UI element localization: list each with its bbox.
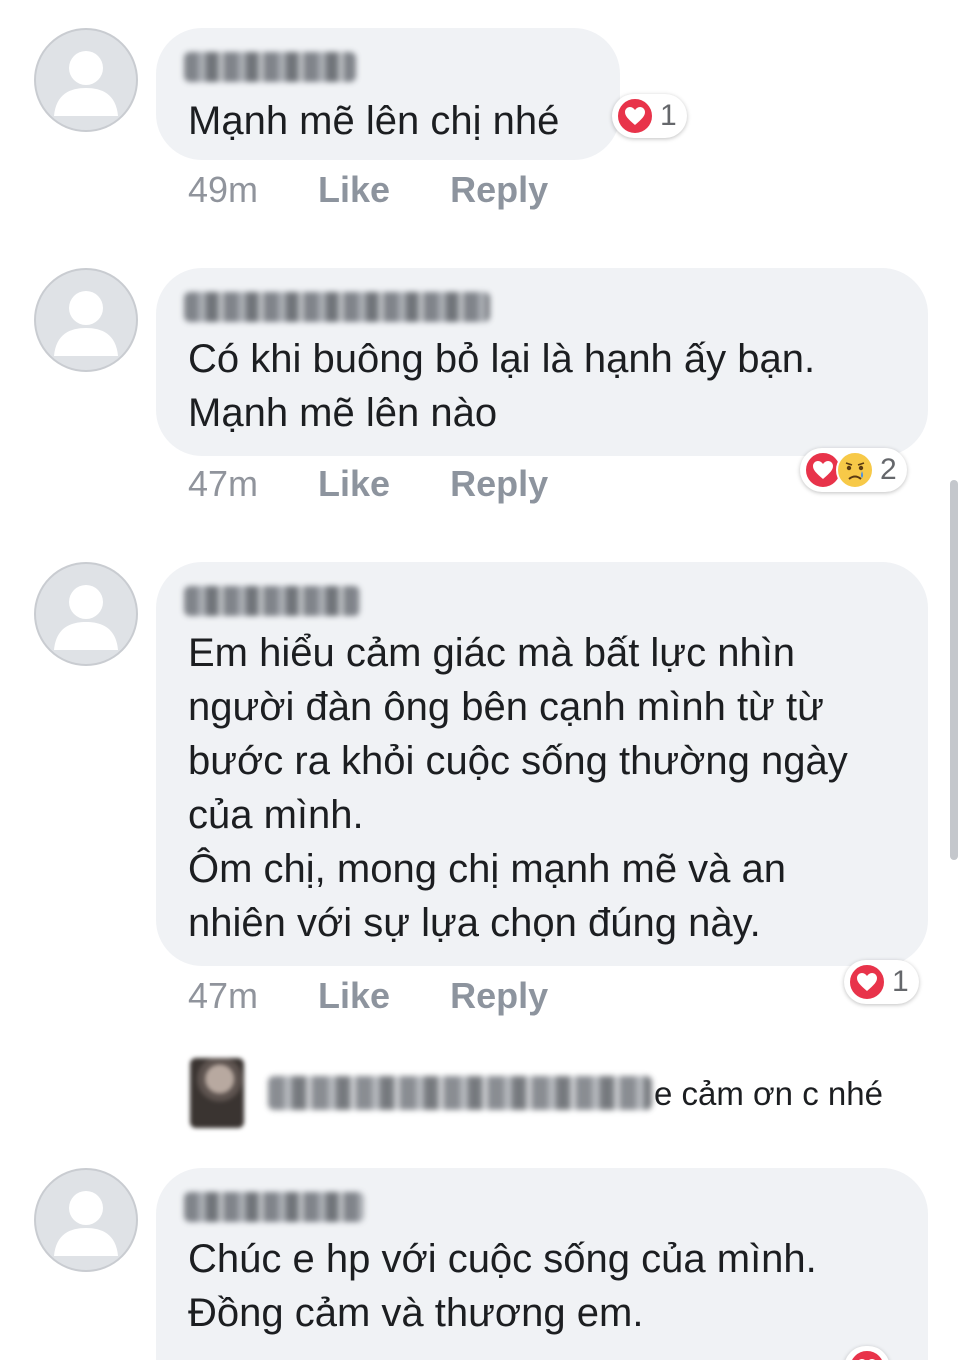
- comment-meta: 47m Like Reply: [188, 976, 548, 1016]
- avatar[interactable]: [34, 28, 138, 132]
- avatar[interactable]: [34, 562, 138, 666]
- comment-text: Mạnh mẽ lên chị nhé: [188, 99, 560, 143]
- comment-text: Có khi buông bỏ lại là hạnh ấy bạn. Mạnh…: [188, 337, 816, 435]
- reply-button[interactable]: Reply: [450, 463, 548, 504]
- comment-bubble: Em hiểu cảm giác mà bất lực nhìn người đ…: [156, 562, 928, 966]
- comment-time: 47m: [188, 975, 259, 1016]
- default-user-icon: [54, 585, 118, 650]
- like-button[interactable]: Like: [318, 975, 390, 1016]
- reaction-summary[interactable]: 1: [844, 960, 919, 1004]
- replier-name-blurred[interactable]: [268, 1076, 652, 1110]
- scrollbar[interactable]: [950, 480, 958, 860]
- avatar[interactable]: [34, 268, 138, 372]
- reaction-count: 2: [880, 453, 897, 486]
- reply-button[interactable]: Reply: [450, 169, 548, 210]
- commenter-name-blurred[interactable]: [184, 586, 360, 616]
- comment-bubble: Chúc e hp với cuộc sống của mình. Đồng c…: [156, 1168, 928, 1360]
- reply-avatar[interactable]: [190, 1058, 244, 1128]
- reaction-summary[interactable]: 2: [800, 448, 907, 492]
- comment-time: 49m: [188, 169, 259, 210]
- comment-time: 47m: [188, 463, 259, 504]
- reply-text: e cảm ơn c nhé: [654, 1075, 883, 1112]
- default-user-icon: [54, 51, 118, 116]
- comment-meta: 47m Like Reply: [188, 464, 548, 504]
- love-icon: [848, 1349, 886, 1360]
- comment-text: Em hiểu cảm giác mà bất lực nhìn người đ…: [188, 631, 848, 945]
- comment-text: Chúc e hp với cuộc sống của mình. Đồng c…: [188, 1237, 817, 1335]
- love-icon: [616, 97, 654, 135]
- default-user-icon: [54, 291, 118, 356]
- reply-preview[interactable]: e cảm ơn c nhé: [190, 1058, 910, 1128]
- default-user-icon: [54, 1191, 118, 1256]
- comment-bubble: Có khi buông bỏ lại là hạnh ấy bạn. Mạnh…: [156, 268, 928, 456]
- commenter-name-blurred[interactable]: [184, 1192, 364, 1222]
- reaction-count: 1: [892, 965, 909, 998]
- comment-meta: 49m Like Reply: [188, 170, 548, 210]
- comments-page: Mạnh mẽ lên chị nhé 1 49m Like Reply Có …: [0, 0, 960, 1360]
- reaction-count: 1: [660, 99, 677, 132]
- commenter-name-blurred[interactable]: [184, 52, 356, 82]
- commenter-name-blurred[interactable]: [184, 292, 490, 322]
- love-icon: [848, 963, 886, 1001]
- avatar[interactable]: [34, 1168, 138, 1272]
- comment-bubble: Mạnh mẽ lên chị nhé: [156, 28, 620, 160]
- reply-button[interactable]: Reply: [450, 975, 548, 1016]
- sad-icon: [836, 451, 874, 489]
- like-button[interactable]: Like: [318, 169, 390, 210]
- like-button[interactable]: Like: [318, 463, 390, 504]
- reaction-summary[interactable]: 1: [612, 94, 687, 138]
